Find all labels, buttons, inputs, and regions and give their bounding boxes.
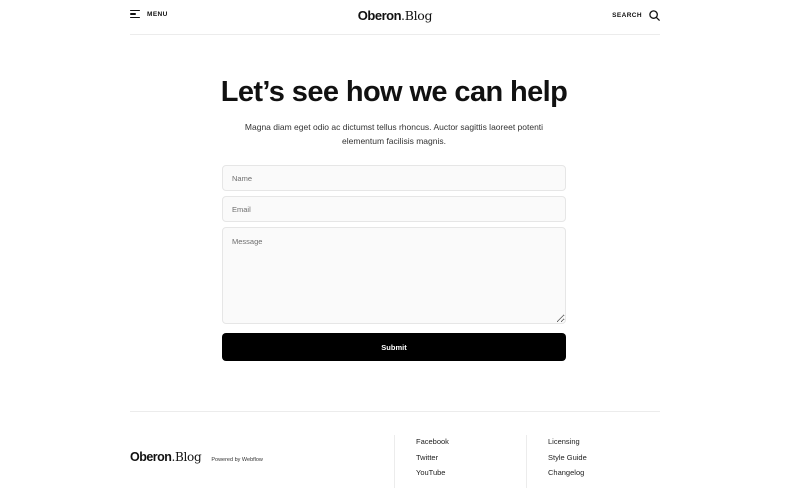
site-logo[interactable]: Oberon .Blog [357,8,433,23]
search-label: SEARCH [612,12,642,19]
logo-suffix: .Blog [401,8,433,23]
footer-logo[interactable]: Oberon .Blog [130,450,202,464]
submit-button[interactable]: Submit [222,333,566,361]
name-input[interactable] [222,165,566,191]
footer-link-facebook[interactable]: Facebook [416,437,449,447]
page-title: Let’s see how we can help [220,76,568,108]
footer-info-links: Licensing Style Guide Changelog [548,437,587,478]
contact-form: Submit [222,165,566,361]
message-textarea[interactable] [222,227,566,324]
site-header: MENU Oberon .Blog SEARCH [130,0,660,35]
footer-social-links: Facebook Twitter YouTube [416,437,449,478]
menu-label: MENU [147,10,168,18]
footer-link-youtube[interactable]: YouTube [416,468,449,478]
powered-by-link[interactable]: Powered by Webflow [211,457,263,463]
email-input[interactable] [222,196,566,222]
footer-link-style-guide[interactable]: Style Guide [548,453,587,463]
footer-divider [526,435,527,488]
page-subtitle: Magna diam eget odio ac dictumst tellus … [244,122,544,146]
search-icon [649,10,660,21]
footer-link-licensing[interactable]: Licensing [548,437,587,447]
logo-wordmark: Oberon [357,8,402,23]
search-button[interactable]: SEARCH [612,10,660,21]
footer-brand: Oberon .Blog Powered by Webflow [130,450,263,464]
footer-logo-suffix: .Blog [171,450,202,464]
footer-link-changelog[interactable]: Changelog [548,468,587,478]
footer-divider [394,435,395,488]
footer-link-twitter[interactable]: Twitter [416,453,449,463]
footer-logo-wordmark: Oberon [130,450,172,464]
hamburger-menu-icon [130,10,140,19]
menu-button[interactable]: MENU [130,10,168,19]
site-footer: Oberon .Blog Powered by Webflow Facebook … [130,411,660,488]
